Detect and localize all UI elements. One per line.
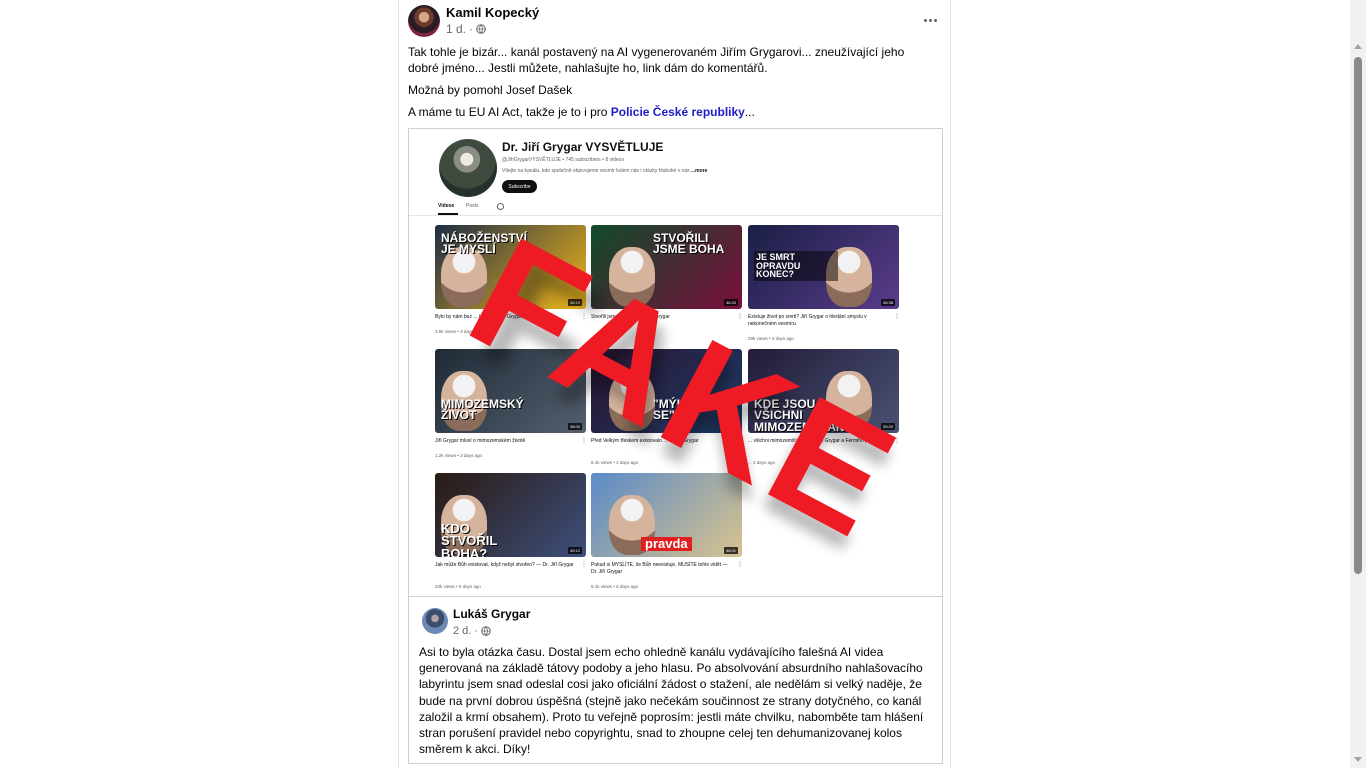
video-thumbnail: "MÝLIL JSEM SE" 42:10 <box>591 349 742 433</box>
video-thumbnail: JE SMRT OPRAVDU KONEC? 45:38 <box>748 225 899 309</box>
thumbnail-title: STVOŘILI JSME BOHA <box>653 231 725 257</box>
kebab-menu-icon: ⋮ <box>581 314 587 320</box>
thumbnail-title: KDO STVOŘIL BOHA? <box>441 521 498 557</box>
author-name[interactable]: Kamil Kopecký <box>446 5 539 20</box>
video-meta: ... 3 days ago <box>748 460 776 465</box>
channel-handle: @JiříGrygarVYSVĚTLUJE • 745 subscribers … <box>502 157 624 163</box>
video-meta: 3.5k views • 3 days ago <box>435 329 483 334</box>
meta-separator: · <box>469 22 474 36</box>
comment-meta-separator: · <box>474 625 479 637</box>
post-text-3-suffix: ... <box>744 105 755 119</box>
thumbnail-title: KDE JSOU VŠICHNI MIMOZEMŠŤANÉ? <box>754 397 860 433</box>
video-title: Před Velkým třeskem existovalo ... — Jiř… <box>591 438 699 444</box>
comment-divider <box>409 596 942 597</box>
kebab-menu-icon: ⋮ <box>581 438 587 444</box>
video-meta: 34k views • 5 days ago <box>435 584 481 589</box>
facebook-post: Kamil Kopecký 1 d. · Tak tohle je bizár.… <box>398 0 951 768</box>
video-meta: 29k views • 3 days ago <box>748 336 794 341</box>
comment-time: 2 d. <box>453 625 472 637</box>
video-title: ... všichni mimozemšťané? Dr. Jiří Gryga… <box>748 438 884 444</box>
more-options-icon[interactable] <box>919 10 941 30</box>
thumbnail-title: "MÝLIL JSEM SE" <box>653 397 731 423</box>
kebab-menu-icon: ⋮ <box>894 314 900 320</box>
video-meta: 8.1k views • 3 days ago <box>591 460 639 465</box>
video-title: Jiří Grygar mluví o mimozemském životě <box>435 438 526 444</box>
video-title: Pokud si MYSLÍTE, že Bůh neexistuje, MUS… <box>591 562 728 575</box>
video-title: Jak může Bůh existovat, když nebyl stvoř… <box>435 562 574 568</box>
channel-more: ...more <box>691 168 708 174</box>
thumbnail-title: MIMOZEMSKÝ ŽIVOT <box>441 397 524 423</box>
post-text-1: Tak tohle je bizár... kanál postavený na… <box>408 45 905 75</box>
video-title: Existuje život po smrti? Jiří Grygar o h… <box>748 314 867 327</box>
globe-icon <box>481 626 491 636</box>
comment-meta: 2 d. · <box>453 625 491 637</box>
thumbnail-face <box>609 247 655 307</box>
video-thumbnail: KDO STVOŘIL BOHA? 49:12 <box>435 473 586 557</box>
video-duration: 38:00 <box>567 423 582 430</box>
author-avatar[interactable] <box>408 5 440 37</box>
thumbnail-title: pravda <box>641 536 692 551</box>
video-duration: 46:19 <box>567 299 582 306</box>
tab-posts: Posts <box>466 203 479 209</box>
thumbnail-title: JE SMRT OPRAVDU KONEC? <box>754 251 838 281</box>
comment-text: Asi to byla otázka času. Dostal jsem ech… <box>419 645 924 757</box>
video-duration: 39:20 <box>880 423 895 430</box>
scroll-up-arrow-icon[interactable] <box>1354 44 1362 49</box>
kebab-menu-icon: ⋮ <box>894 438 900 444</box>
video-thumbnail: MIMOZEMSKÝ ŽIVOT 38:00 <box>435 349 586 433</box>
globe-icon <box>476 24 486 34</box>
shared-comment-card: Dr. Jiří Grygar VYSVĚTLUJE @JiříGrygarVY… <box>408 128 943 764</box>
kebab-menu-icon: ⋮ <box>737 562 743 568</box>
scroll-down-arrow-icon[interactable] <box>1354 757 1362 762</box>
thumbnail-face <box>441 247 487 307</box>
kebab-menu-icon: ⋮ <box>737 314 743 320</box>
post-time[interactable]: 1 d. <box>446 22 466 36</box>
commenter-avatar <box>422 608 448 634</box>
youtube-screenshot[interactable]: Dr. Jiří Grygar VYSVĚTLUJE @JiříGrygarVY… <box>409 129 942 596</box>
video-title: Stvořili jsme Boha — Dr. Jiří Grygar <box>591 314 670 320</box>
post-meta: 1 d. · <box>446 22 486 36</box>
commenter-name: Lukáš Grygar <box>453 607 531 621</box>
channel-description-text: Vítejte na kanálu, kde společně objevuje… <box>502 168 690 174</box>
tabs-divider <box>409 215 942 216</box>
scrollbar-thumb[interactable] <box>1354 57 1362 574</box>
video-thumbnail: pravda 46:01 <box>591 473 742 557</box>
tab-videos: Videos <box>438 203 455 209</box>
post-text-3-prefix: A máme tu EU AI Act, takže je to i pro <box>408 105 611 119</box>
video-duration: 42:10 <box>723 423 738 430</box>
post-text-3: A máme tu EU AI Act, takže je to i pro P… <box>408 104 938 120</box>
video-thumbnail: KDE JSOU VŠICHNI MIMOZEMŠŤANÉ? 39:20 <box>748 349 899 433</box>
thumbnail-title: NÁBOŽENSTVÍ JE MYSLÍ <box>441 231 528 257</box>
video-meta: 9.1k views • 6 days ago <box>591 584 639 589</box>
kebab-menu-icon: ⋮ <box>581 562 587 568</box>
video-title: Bylo by nám bez ... lépe? — Jiří Grygar <box>435 314 523 320</box>
video-duration: 45:38 <box>880 299 895 306</box>
video-duration: 46:20 <box>723 299 738 306</box>
channel-description: Vítejte na kanálu, kde společně objevuje… <box>502 168 707 174</box>
video-duration: 49:12 <box>567 547 582 554</box>
video-meta: 1.2k views • 3 days ago <box>435 453 483 458</box>
search-icon <box>497 203 504 210</box>
subscribe-button: Subscribe <box>502 180 537 193</box>
kebab-menu-icon: ⋮ <box>737 438 743 444</box>
video-thumbnail: NÁBOŽENSTVÍ JE MYSLÍ 46:19 <box>435 225 586 309</box>
thumbnail-face <box>609 371 655 431</box>
channel-avatar <box>439 139 497 197</box>
post-text-2: Možná by pomohl Josef Dašek <box>408 83 573 97</box>
police-link[interactable]: Policie České republiky <box>611 105 745 119</box>
video-duration: 46:01 <box>723 547 738 554</box>
channel-name: Dr. Jiří Grygar VYSVĚTLUJE <box>502 140 664 154</box>
video-thumbnail: STVOŘILI JSME BOHA 46:20 <box>591 225 742 309</box>
